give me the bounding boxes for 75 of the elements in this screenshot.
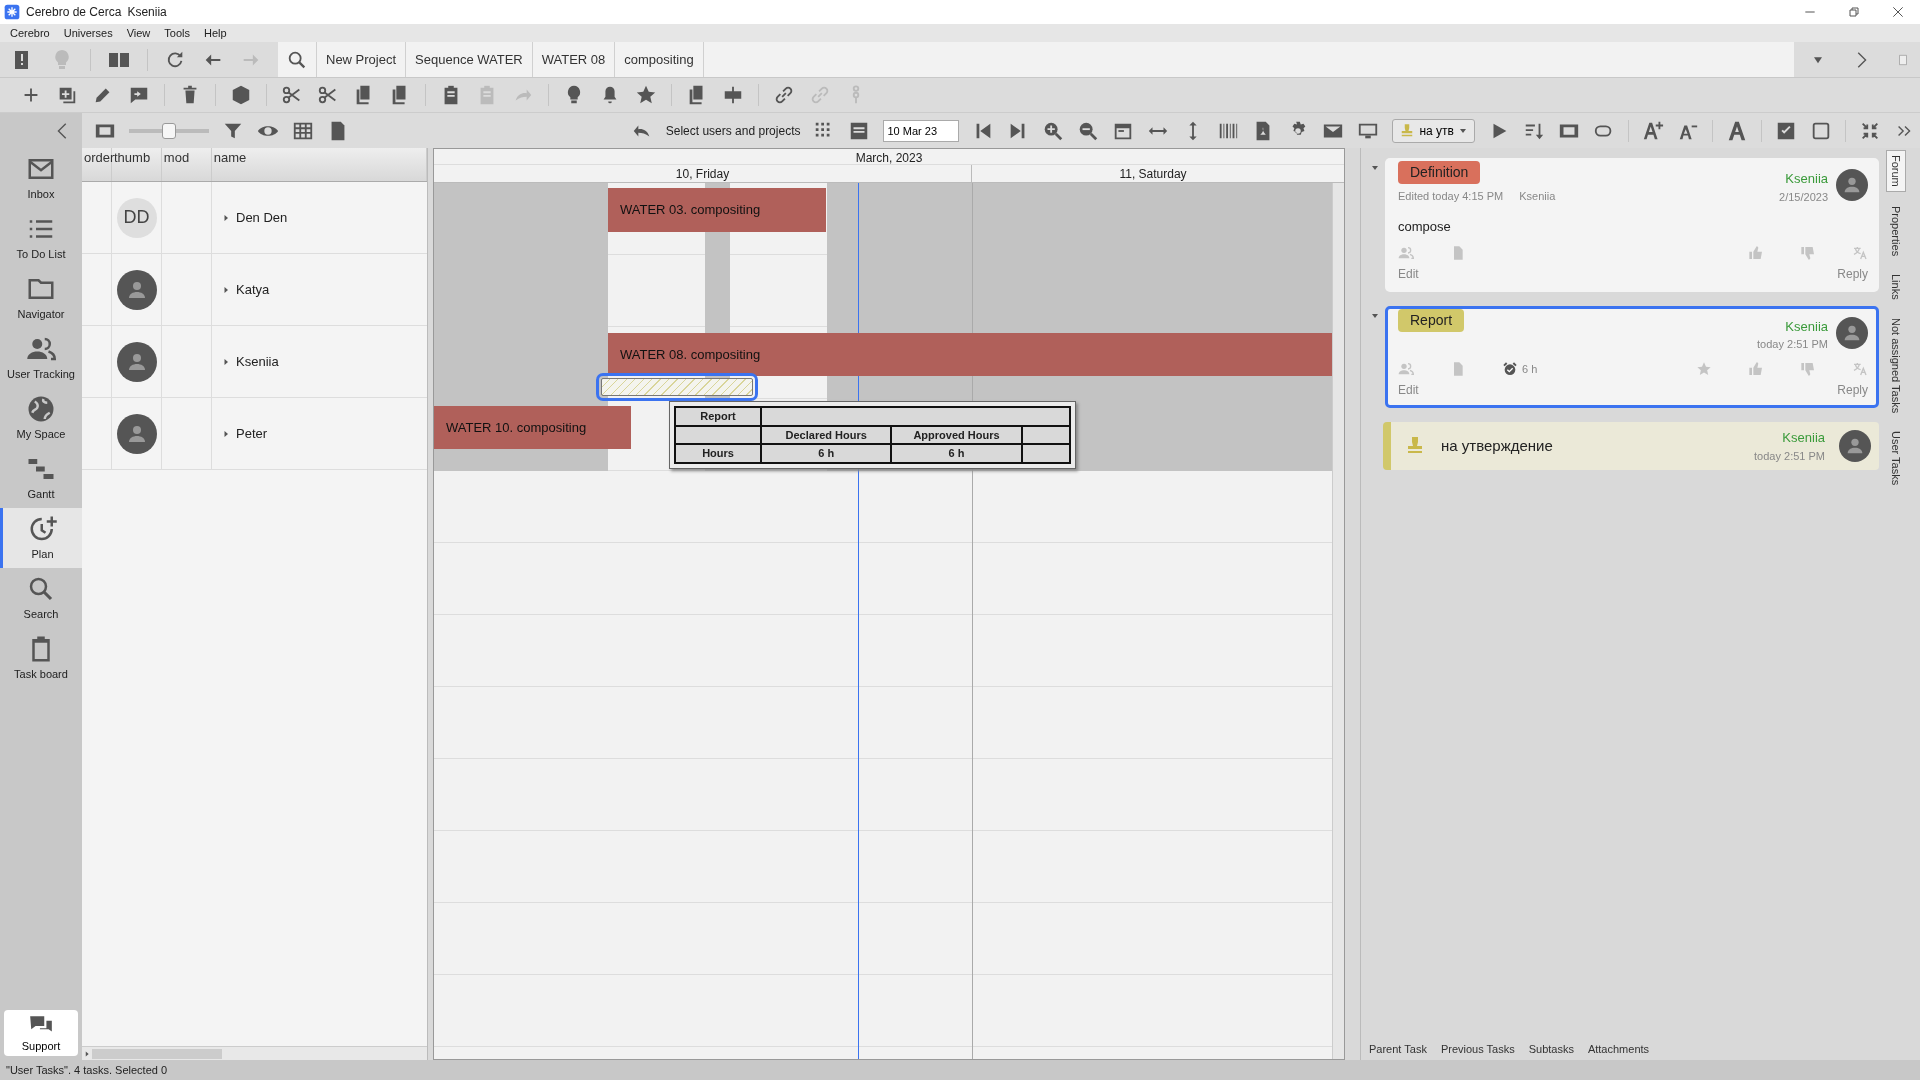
select-label: Select users and projects <box>665 122 801 140</box>
sidebar-item[interactable]: Navigator <box>0 268 82 328</box>
restore-icon[interactable] <box>1846 4 1862 20</box>
column-header[interactable]: thumb <box>112 148 162 181</box>
thumbs-down-icon[interactable] <box>1800 360 1816 377</box>
hours-value: 6 h <box>1522 361 1538 377</box>
menu-item[interactable]: View <box>126 24 151 42</box>
side-tab[interactable]: Properties <box>1886 201 1906 260</box>
close-icon[interactable] <box>1890 4 1906 20</box>
menu-item[interactable]: Universes <box>63 24 113 42</box>
cut-link-icon[interactable] <box>317 84 339 106</box>
status-text: "User Tasks". 4 tasks. Selected 0 <box>6 1062 168 1078</box>
user-name: Katya <box>236 280 270 299</box>
post-text: compose <box>1398 218 1452 236</box>
post-tag: Definition <box>1398 161 1481 184</box>
thumbs-up-icon[interactable] <box>1748 244 1764 261</box>
side-tab[interactable]: Links <box>1886 269 1906 304</box>
sidebar-item[interactable]: Search <box>0 568 82 628</box>
month-label: March, 2023 <box>855 151 923 165</box>
thumbs-up-icon[interactable] <box>1748 360 1764 377</box>
slider-thumb[interactable] <box>162 122 176 139</box>
link-icon[interactable] <box>773 84 795 106</box>
avatar-initials: DD <box>116 197 157 238</box>
menu-item[interactable]: Help <box>204 24 227 42</box>
menu-item[interactable]: Cerebro <box>10 24 50 42</box>
scissors-icon[interactable] <box>281 84 303 106</box>
tab[interactable]: Attachments <box>1587 1040 1650 1058</box>
star-icon[interactable] <box>635 84 657 106</box>
sidebar-item[interactable]: User Tracking <box>0 328 82 388</box>
sidebar-item[interactable]: Inbox <box>0 148 82 208</box>
alarm-clock-icon <box>1502 360 1518 377</box>
column-header[interactable]: mod <box>161 148 212 181</box>
tab[interactable]: Previous Tasks <box>1440 1040 1515 1058</box>
side-tab[interactable]: User Tasks <box>1886 426 1906 489</box>
star-icon[interactable] <box>1696 360 1712 377</box>
status-text: на утверждение <box>1441 435 1554 456</box>
menu-item[interactable]: Tools <box>164 24 190 42</box>
task-bar[interactable]: WATER 08. compositing <box>608 333 1332 376</box>
status-dropdown[interactable]: на утв <box>1392 118 1475 143</box>
vertical-scrollbar[interactable] <box>1332 183 1344 1059</box>
user-name: Den Den <box>236 208 288 227</box>
user-name: Peter <box>236 424 268 443</box>
thumbs-down-icon[interactable] <box>1800 244 1816 261</box>
post-card[interactable]: Report Kseniia today 2:51 PM 6 h Edit Reply <box>1385 305 1879 408</box>
user-name: Kseniia <box>236 352 279 371</box>
day-label: 10, Friday <box>675 167 730 181</box>
app-logo-icon <box>4 4 20 20</box>
sidebar-item[interactable]: My Space <box>0 388 82 448</box>
side-tab[interactable]: Forum <box>1885 150 1907 192</box>
scrollbar-thumb[interactable] <box>92 1048 222 1059</box>
post-tag: Report <box>1398 308 1465 332</box>
window-title: Cerebro de Cerca <box>26 4 122 21</box>
tab[interactable]: Parent Task <box>1369 1040 1427 1058</box>
column-header[interactable]: name <box>211 148 427 181</box>
sidebar-item[interactable]: To Do List <box>0 208 82 268</box>
sidebar-item[interactable]: Gantt <box>0 448 82 508</box>
day-label: 11, Saturday <box>1119 167 1187 181</box>
post-card[interactable]: Definition Edited today 4:15 PM Kseniia Kseniia 2/15/2023 compose Edit Reply <box>1385 158 1879 292</box>
font-larger-icon[interactable] <box>1642 119 1664 142</box>
font-icon[interactable] <box>1726 119 1748 142</box>
date-field[interactable]: 10 Mar 23 <box>883 119 960 142</box>
sidebar-item[interactable]: Plan <box>0 508 82 568</box>
side-tab[interactable]: Not assigned Tasks <box>1886 313 1906 417</box>
task-bar[interactable]: WATER 03. compositing <box>608 188 826 232</box>
post-date: today 2:51 PM <box>1754 448 1825 464</box>
edited-time: Edited today 4:15 PM <box>1398 189 1504 204</box>
support-button[interactable]: Support <box>4 1010 78 1056</box>
sidebar-item[interactable]: Task board <box>0 628 82 688</box>
post-date: today 2:51 PM <box>1757 337 1828 352</box>
editor-name: Kseniia <box>1519 189 1556 204</box>
tab[interactable]: Subtasks <box>1528 1040 1574 1058</box>
post-date: 2/15/2023 <box>1779 189 1828 205</box>
user-name: Kseniia <box>127 4 167 21</box>
task-bar[interactable]: WATER 10. compositing <box>434 406 631 449</box>
table-cell: Report <box>675 407 762 426</box>
